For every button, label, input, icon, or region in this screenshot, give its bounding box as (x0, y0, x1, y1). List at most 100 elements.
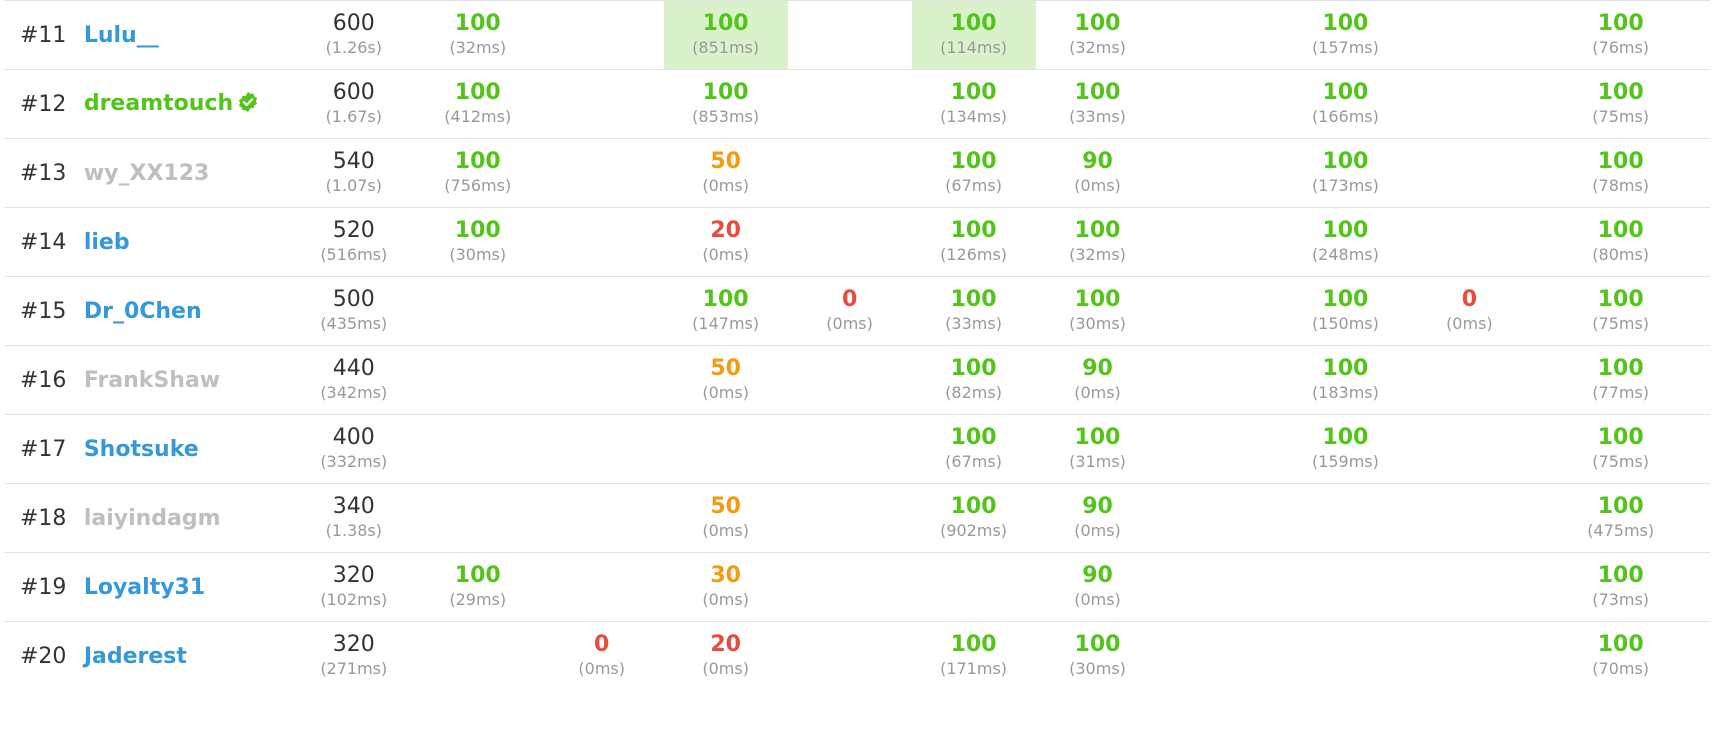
problem-cell[interactable]: 100 (70ms) (1531, 621, 1710, 690)
problem-cell[interactable]: 50 (0ms) (663, 345, 788, 415)
problem-cell (787, 0, 912, 70)
user-link[interactable]: dreamtouch (84, 91, 233, 116)
problem-cell[interactable]: 100 (248ms) (1283, 207, 1408, 277)
problem-score: 100 (1074, 287, 1121, 312)
problem-cell[interactable]: 100 (756ms) (415, 138, 540, 208)
problem-time: (756ms) (444, 176, 512, 195)
user-cell: laiyindagm (83, 483, 292, 553)
problem-cell[interactable]: 100 (82ms) (911, 345, 1036, 415)
problem-cell[interactable]: 90 (0ms) (1035, 138, 1160, 208)
problem-cell[interactable]: 100 (30ms) (1035, 276, 1160, 346)
user-link[interactable]: Lulu__ (84, 23, 159, 48)
problem-cell[interactable]: 100 (30ms) (415, 207, 540, 277)
problem-cell[interactable]: 100 (134ms) (911, 69, 1036, 139)
problem-cell[interactable]: 100 (78ms) (1531, 138, 1710, 208)
user-link[interactable]: lieb (84, 230, 130, 255)
problem-cell[interactable]: 100 (67ms) (911, 414, 1036, 484)
problem-cell[interactable]: 100 (157ms) (1283, 0, 1408, 70)
user-link[interactable]: Dr_0Chen (84, 299, 202, 324)
table-row: #19 Loyalty31 320 (102ms) 100 (29ms) 30 (0ms) 90… (4, 552, 1710, 622)
problem-cell[interactable]: 100 (475ms) (1531, 483, 1710, 553)
problem-cell[interactable]: 100 (33ms) (1035, 69, 1160, 139)
problem-cell[interactable]: 100 (147ms) (663, 276, 788, 346)
problem-cell[interactable]: 100 (76ms) (1531, 0, 1710, 70)
problem-score: 100 (1597, 11, 1644, 36)
user-link[interactable]: Jaderest (84, 644, 187, 669)
user-cell: Shotsuke (83, 414, 292, 484)
problem-cell[interactable]: 90 (0ms) (1035, 345, 1160, 415)
problem-cell[interactable]: 20 (0ms) (663, 207, 788, 277)
problem-cell[interactable]: 50 (0ms) (663, 483, 788, 553)
problem-cell[interactable]: 100 (29ms) (415, 552, 540, 622)
problem-cell (1407, 621, 1532, 690)
problem-cell[interactable]: 100 (33ms) (911, 276, 1036, 346)
problem-cell[interactable]: 100 (166ms) (1283, 69, 1408, 139)
problem-cell[interactable]: 100 (67ms) (911, 138, 1036, 208)
user-link[interactable]: laiyindagm (84, 506, 221, 531)
problem-cell (539, 414, 664, 484)
problem-score: 100 (702, 287, 749, 312)
problem-cell (787, 207, 912, 277)
problem-time: (32ms) (1069, 38, 1126, 57)
problem-time: (70ms) (1592, 659, 1650, 678)
total-time: (516ms) (320, 245, 388, 264)
problem-cell[interactable]: 100 (183ms) (1283, 345, 1408, 415)
problem-cell[interactable]: 100 (173ms) (1283, 138, 1408, 208)
user-link[interactable]: FrankShaw (84, 368, 220, 393)
problem-cell[interactable]: 0 (0ms) (539, 621, 664, 690)
problem-cell[interactable]: 50 (0ms) (663, 138, 788, 208)
problem-score: 100 (454, 563, 501, 588)
total-score-cell: 600 (1.67s) (291, 69, 416, 139)
problem-cell[interactable]: 100 (32ms) (1035, 0, 1160, 70)
problem-cell[interactable]: 100 (75ms) (1531, 69, 1710, 139)
problem-cell[interactable]: 100 (73ms) (1531, 552, 1710, 622)
user-link[interactable]: wy_XX123 (84, 161, 210, 186)
problem-cell[interactable]: 100 (171ms) (911, 621, 1036, 690)
problem-time: (171ms) (940, 659, 1008, 678)
problem-cell[interactable]: 100 (114ms) (911, 0, 1036, 70)
table-row: #13 wy_XX123 540 (1.07s) 100 (756ms) 50 (0ms) 10… (4, 138, 1710, 208)
problem-time: (159ms) (1311, 452, 1379, 471)
problem-cell[interactable]: 100 (30ms) (1035, 621, 1160, 690)
problem-cell[interactable]: 100 (150ms) (1283, 276, 1408, 346)
problem-score: 100 (1322, 149, 1369, 174)
problem-time: (173ms) (1311, 176, 1379, 195)
problem-time: (0ms) (702, 521, 749, 540)
problem-cell[interactable]: 0 (0ms) (787, 276, 912, 346)
problem-score: 100 (1322, 425, 1369, 450)
problem-score: 100 (1597, 218, 1644, 243)
rank-cell: #19 (4, 552, 84, 622)
problem-cell[interactable]: 90 (0ms) (1035, 552, 1160, 622)
problem-cell[interactable]: 100 (902ms) (911, 483, 1036, 553)
problem-cell[interactable]: 100 (77ms) (1531, 345, 1710, 415)
problem-time: (475ms) (1587, 521, 1655, 540)
total-time: (1.07s) (325, 176, 383, 195)
problem-cell (1407, 414, 1532, 484)
problem-time: (248ms) (1311, 245, 1379, 264)
problem-cell[interactable]: 100 (851ms) (663, 0, 788, 70)
user-link[interactable]: Shotsuke (84, 437, 199, 462)
problem-cell[interactable]: 0 (0ms) (1407, 276, 1532, 346)
problem-time: (853ms) (692, 107, 760, 126)
user-cell: FrankShaw (83, 345, 292, 415)
problem-cell[interactable]: 100 (75ms) (1531, 276, 1710, 346)
problem-cell[interactable]: 90 (0ms) (1035, 483, 1160, 553)
problem-cell[interactable]: 30 (0ms) (663, 552, 788, 622)
problem-time: (0ms) (1074, 521, 1121, 540)
user-link[interactable]: Loyalty31 (84, 575, 205, 600)
problem-cell[interactable]: 100 (159ms) (1283, 414, 1408, 484)
problem-score: 30 (710, 563, 741, 588)
problem-cell[interactable]: 100 (126ms) (911, 207, 1036, 277)
rank-cell: #18 (4, 483, 84, 553)
problem-cell[interactable]: 20 (0ms) (663, 621, 788, 690)
problem-cell[interactable]: 100 (75ms) (1531, 414, 1710, 484)
problem-cell[interactable]: 100 (853ms) (663, 69, 788, 139)
problem-cell[interactable]: 100 (32ms) (1035, 207, 1160, 277)
problem-time: (30ms) (449, 245, 507, 264)
problem-cell[interactable]: 100 (32ms) (415, 0, 540, 70)
problem-cell (911, 552, 1036, 622)
problem-cell[interactable]: 100 (31ms) (1035, 414, 1160, 484)
problem-score: 50 (710, 494, 741, 519)
problem-cell[interactable]: 100 (412ms) (415, 69, 540, 139)
problem-cell[interactable]: 100 (80ms) (1531, 207, 1710, 277)
